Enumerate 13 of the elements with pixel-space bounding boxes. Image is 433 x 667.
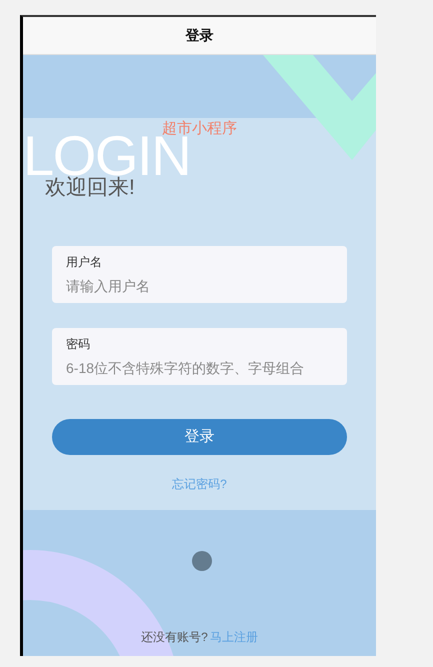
text-input[interactable]: 6-18位不含特殊字符的数字、字母组合 [66, 358, 333, 378]
field-label: 用户名 [66, 254, 102, 270]
forgot-password-link[interactable]: 忘记密码? [172, 475, 227, 493]
login-button[interactable]: 登录 [52, 419, 347, 455]
nav-title: 登录 [186, 26, 214, 45]
welcome-heading: 欢迎回来! [45, 176, 135, 201]
footer-prompt: 还没有账号? [141, 629, 208, 646]
app-name: 超市小程序 [162, 119, 237, 137]
field-label: 密码 [66, 336, 90, 352]
input-field[interactable]: 用户名 请输入用户名 [52, 246, 347, 303]
input-field[interactable]: 密码 6-18位不含特殊字符的数字、字母组合 [52, 328, 347, 385]
text-input[interactable]: 请输入用户名 [66, 276, 333, 296]
dot-icon [192, 551, 212, 571]
